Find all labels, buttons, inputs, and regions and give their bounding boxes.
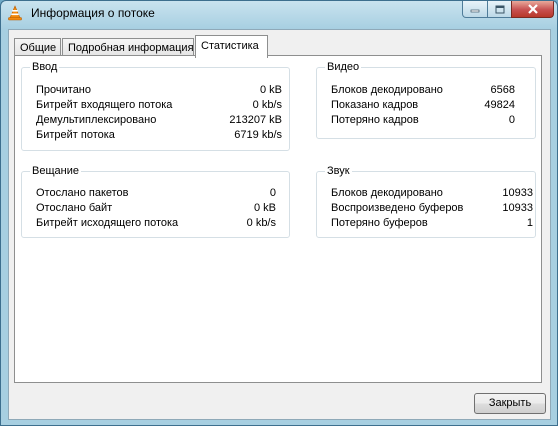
video-group: Видео Блоков декодировано 6568 Показано … bbox=[316, 61, 536, 139]
video-row-blocks: Блоков декодировано 6568 bbox=[331, 83, 515, 98]
audio-row-buffers-played: Воспроизведено буферов 10933 bbox=[331, 201, 533, 216]
video-blocks-value: 6568 bbox=[490, 84, 515, 96]
close-x-icon bbox=[527, 4, 538, 14]
audio-row-buffers-lost: Потеряно буферов 1 bbox=[331, 216, 533, 231]
window-title: Информация о потоке bbox=[31, 6, 155, 20]
streaming-packets-label: Отослано пакетов bbox=[36, 187, 129, 199]
streaming-group: Вещание Отослано пакетов 0 Отослано байт… bbox=[21, 165, 290, 238]
close-button[interactable]: Закрыть bbox=[474, 393, 546, 414]
minimize-icon bbox=[470, 9, 480, 13]
maximize-icon bbox=[495, 5, 504, 13]
audio-blocks-value: 10933 bbox=[502, 187, 533, 199]
video-frames-lost-label: Потеряно кадров bbox=[331, 114, 419, 126]
audio-buffers-played-label: Воспроизведено буферов bbox=[331, 202, 464, 214]
audio-buffers-lost-value: 1 bbox=[526, 217, 533, 229]
stream-info-window: Информация о потоке Общие Подробная инфо… bbox=[0, 0, 558, 426]
tab-statistics[interactable]: Статистика bbox=[195, 35, 268, 58]
input-group-title: Ввод bbox=[30, 61, 60, 74]
maximize-button[interactable] bbox=[487, 1, 512, 18]
input-demuxed-value: 213207 kB bbox=[229, 114, 282, 126]
streaming-bytes-value: 0 kB bbox=[253, 202, 276, 214]
audio-group-title: Звук bbox=[325, 165, 352, 178]
audio-row-blocks: Блоков декодировано 10933 bbox=[331, 186, 533, 201]
video-frames-lost-value: 0 bbox=[508, 114, 515, 126]
streaming-bitrate-value: 0 kb/s bbox=[246, 217, 276, 229]
streaming-row-bitrate: Битрейт исходящего потока 0 kb/s bbox=[36, 216, 276, 231]
title-bar: Информация о потоке bbox=[1, 1, 557, 27]
vlc-cone-icon bbox=[8, 5, 22, 21]
input-read-label: Прочитано bbox=[36, 84, 91, 96]
input-bitrate-value: 0 kb/s bbox=[252, 99, 282, 111]
close-window-button[interactable] bbox=[511, 1, 554, 18]
audio-buffers-lost-label: Потеряно буферов bbox=[331, 217, 428, 229]
video-frames-shown-value: 49824 bbox=[484, 99, 515, 111]
input-demuxed-label: Демультиплексировано bbox=[36, 114, 157, 126]
input-stream-bitrate-value: 6719 kb/s bbox=[234, 129, 282, 141]
dialog-client-area: Общие Подробная информация Статистика Вв… bbox=[8, 29, 551, 420]
audio-blocks-label: Блоков декодировано bbox=[331, 187, 443, 199]
input-row-demuxed: Демультиплексировано 213207 kB bbox=[36, 113, 282, 128]
statistics-panel: Ввод Прочитано 0 kB Битрейт входящего по… bbox=[14, 55, 542, 383]
video-row-frames-shown: Показано кадров 49824 bbox=[331, 98, 515, 113]
video-frames-shown-label: Показано кадров bbox=[331, 99, 419, 111]
streaming-bytes-label: Отослано байт bbox=[36, 202, 113, 214]
input-stream-bitrate-label: Битрейт потока bbox=[36, 129, 115, 141]
input-read-value: 0 kB bbox=[259, 84, 282, 96]
video-blocks-label: Блоков декодировано bbox=[331, 84, 443, 96]
streaming-row-bytes: Отослано байт 0 kB bbox=[36, 201, 276, 216]
audio-group: Звук Блоков декодировано 10933 Воспроизв… bbox=[316, 165, 536, 238]
minimize-button[interactable] bbox=[462, 1, 488, 18]
input-group: Ввод Прочитано 0 kB Битрейт входящего по… bbox=[21, 61, 290, 151]
video-row-frames-lost: Потеряно кадров 0 bbox=[331, 113, 515, 128]
audio-buffers-played-value: 10933 bbox=[502, 202, 533, 214]
input-bitrate-label: Битрейт входящего потока bbox=[36, 99, 173, 111]
streaming-packets-value: 0 bbox=[269, 187, 276, 199]
video-group-title: Видео bbox=[325, 61, 362, 74]
input-row-bitrate: Битрейт входящего потока 0 kb/s bbox=[36, 98, 282, 113]
input-row-read: Прочитано 0 kB bbox=[36, 83, 282, 98]
streaming-bitrate-label: Битрейт исходящего потока bbox=[36, 217, 179, 229]
input-row-stream-bitrate: Битрейт потока 6719 kb/s bbox=[36, 128, 282, 143]
streaming-group-title: Вещание bbox=[30, 165, 81, 178]
streaming-row-packets: Отослано пакетов 0 bbox=[36, 186, 276, 201]
